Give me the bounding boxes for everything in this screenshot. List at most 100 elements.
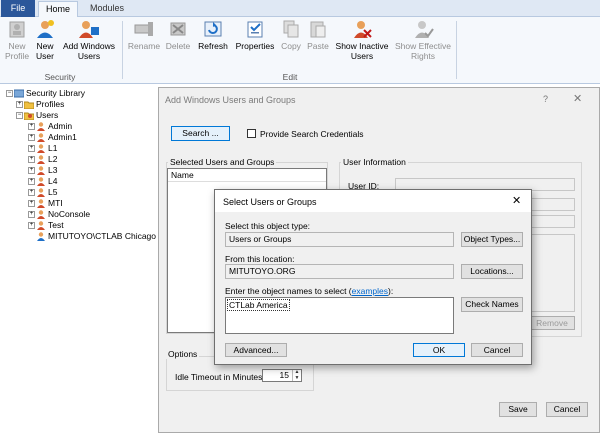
dialog-title: Add Windows Users and Groups [165,95,296,105]
idle-timeout-input[interactable]: 15 ▲ ▼ [262,369,302,382]
remove-button[interactable]: Remove [529,316,575,330]
object-names-label: Enter the object names to select (exampl… [225,286,393,296]
expand-icon[interactable]: + [28,222,35,230]
tree-label-user: L4 [48,176,58,186]
delete-button[interactable]: Delete [163,19,193,51]
rename-label: Rename [127,41,161,51]
show-inactive-users-label-2: Users [350,51,374,61]
new-user-button[interactable]: New User [32,19,58,61]
check-names-button[interactable]: Check Names [461,297,523,312]
tree-node-user[interactable]: + L4 [28,176,57,187]
user-icon [37,210,45,220]
ok-button[interactable]: OK [413,343,465,357]
save-button[interactable]: Save [499,402,537,417]
tree-node-user[interactable]: + Test [28,220,64,231]
object-type-label: Select this object type: [225,221,311,231]
user-info-field [531,198,575,211]
tree-node-user[interactable]: + L1 [28,143,57,154]
provide-credentials-label: Provide Search Credentials [260,129,364,139]
advanced-button[interactable]: Advanced... [225,343,287,357]
tree-node-user[interactable]: + L5 [28,187,57,198]
tree-node-root[interactable]: − Security Library [6,88,85,99]
user-info-field [531,215,575,228]
cancel-button[interactable]: Cancel [471,343,523,357]
copy-button[interactable]: Copy [279,19,303,51]
tree-node-user[interactable]: + L2 [28,154,57,165]
expand-icon[interactable]: + [28,211,35,219]
tree-label-user: MITUTOYO\CTLAB Chicago [48,231,157,241]
user-info-list [531,234,575,312]
user-icon [37,188,45,198]
delete-icon [170,22,186,36]
object-names-input[interactable]: CTLab America [225,297,454,334]
collapse-icon[interactable]: − [16,112,23,120]
new-profile-label-2: Profile [4,51,30,61]
delete-label: Delete [165,41,191,51]
user-icon [37,133,45,143]
show-effective-rights-label-1: Show Effective [394,41,452,51]
examples-link[interactable]: examples [352,286,388,296]
tree-label-user: Admin [48,121,73,131]
add-windows-users-button[interactable]: Add Windows Users [60,19,118,61]
expand-icon[interactable]: + [28,156,35,164]
user-icon [37,155,45,165]
name-column-header[interactable]: Name [168,169,326,182]
new-user-label-2: User [36,51,54,61]
tree-label-user: NoConsole [48,209,91,219]
dialog-title: Select Users or Groups [223,197,317,207]
properties-icon [247,21,263,38]
expand-icon[interactable]: + [28,178,35,186]
collapse-icon[interactable]: − [6,90,13,98]
tree-label-user: L5 [48,187,58,197]
expand-icon[interactable]: + [28,123,35,131]
show-inactive-users-button[interactable]: Show Inactive Users [333,19,391,61]
dialog-titlebar: Select Users or Groups ✕ [215,190,531,212]
new-user-label-1: New [36,41,54,51]
expand-icon[interactable]: + [28,167,35,175]
folder-icon [24,101,34,110]
expand-icon[interactable]: + [28,189,35,197]
security-tree: − Security Library + Profiles − Users + Admi… [0,86,160,433]
spinner-arrows-icon[interactable]: ▲ ▼ [292,369,301,381]
expand-icon[interactable]: + [28,200,35,208]
object-types-button[interactable]: Object Types... [461,232,523,247]
search-button[interactable]: Search ... [171,126,230,141]
cancel-button[interactable]: Cancel [546,402,588,417]
expand-icon[interactable]: + [28,134,35,142]
tab-modules[interactable]: Modules [80,1,134,17]
object-type-field: Users or Groups [225,232,454,247]
tree-node-profiles[interactable]: + Profiles [16,99,64,110]
paste-button[interactable]: Paste [305,19,331,51]
tree-label-user: Test [48,220,64,230]
refresh-button[interactable]: Refresh [196,19,230,51]
new-user-icon [37,20,54,38]
new-profile-icon [9,21,25,38]
user-icon [37,177,45,187]
help-button[interactable]: ? [543,94,548,104]
tree-node-user[interactable]: + L3 [28,165,57,176]
tree-node-user[interactable]: + Admin1 [28,132,77,143]
expand-icon[interactable]: + [16,101,23,109]
locations-button[interactable]: Locations... [461,264,523,279]
tree-label-profiles: Profiles [36,99,65,109]
show-effective-rights-button[interactable]: Show Effective Rights [393,19,453,61]
tree-node-users[interactable]: − Users [16,110,58,121]
close-button[interactable]: ✕ [512,194,521,207]
tree-node-user[interactable]: + NoConsole [28,209,90,220]
tree-node-user[interactable]: + MTI [28,198,63,209]
tab-file[interactable]: File [1,0,35,17]
user-info-legend: User Information [341,157,408,167]
new-profile-button[interactable]: New Profile [2,19,32,61]
object-names-label-prefix: Enter the object names to select ( [225,286,352,296]
close-button[interactable]: ✕ [573,92,582,105]
expand-icon[interactable]: + [28,145,35,153]
paste-label: Paste [307,41,329,51]
tab-home[interactable]: Home [38,1,78,18]
tree-node-user[interactable]: + Admin [28,121,72,132]
copy-icon [283,20,299,38]
tree-node-user[interactable]: MITUTOYO\CTLAB Chicago [36,231,156,242]
properties-button[interactable]: Properties [233,19,277,51]
copy-label: Copy [281,41,301,51]
rename-button[interactable]: Rename [127,19,161,51]
provide-credentials-checkbox[interactable] [247,129,256,138]
